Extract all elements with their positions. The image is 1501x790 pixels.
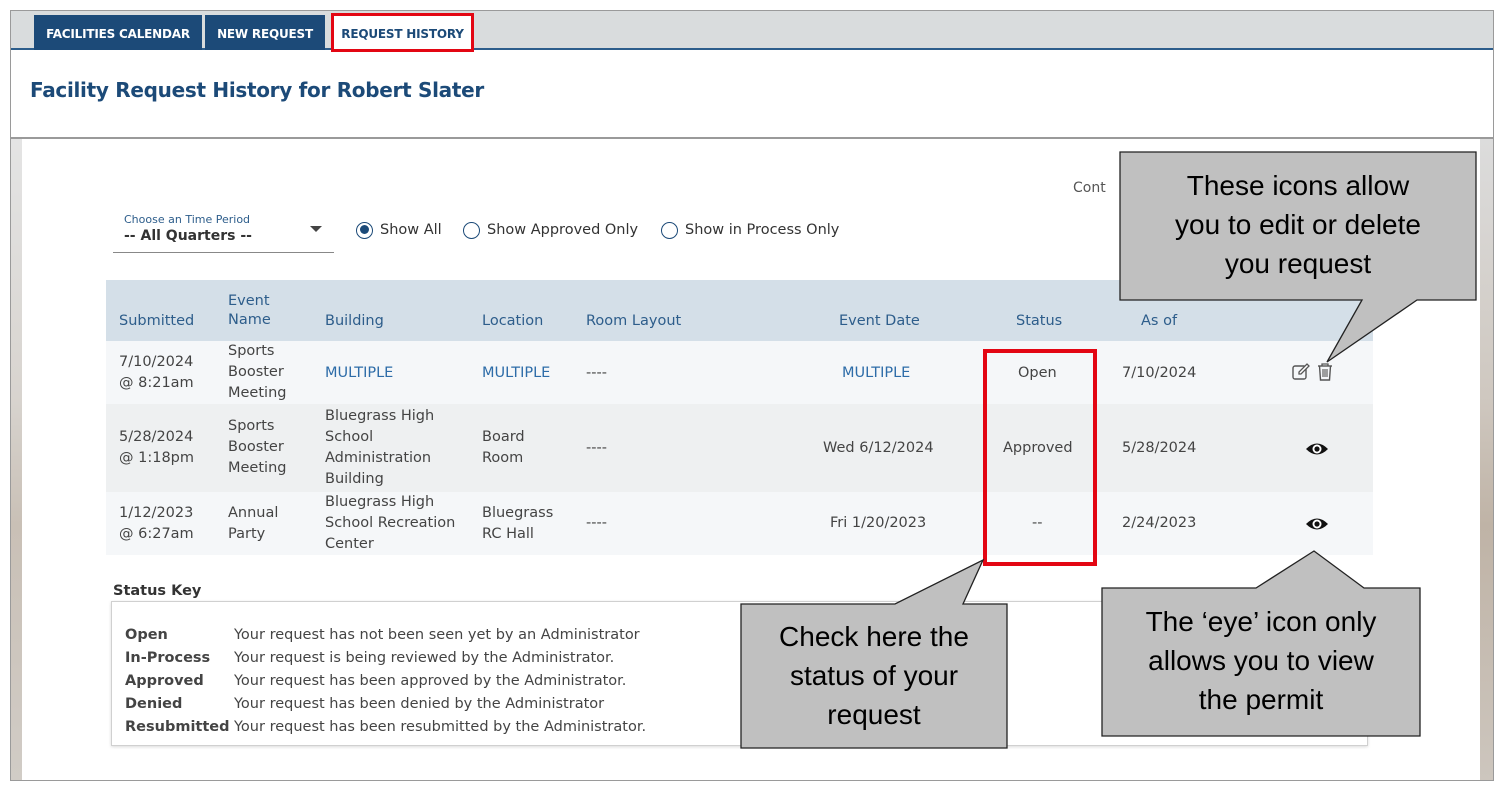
callout-line: Check here the (779, 621, 969, 652)
callout-line: allows you to view (1148, 645, 1374, 676)
callout-line: These icons allow (1186, 170, 1410, 201)
callout-line: the permit (1198, 684, 1324, 715)
callout-line: The ‘eye’ icon only (1145, 606, 1377, 637)
callout-line: you to edit or delete (1175, 209, 1421, 240)
callout-eye-text: The ‘eye’ icon only allows you to view t… (1104, 602, 1418, 719)
callout-line: request (827, 699, 921, 730)
callout-status-text: Check here the status of your request (743, 617, 1005, 734)
callout-line: you request (1224, 248, 1372, 279)
callout-edit-delete-text: These icons allow you to edit or delete … (1122, 166, 1474, 283)
callout-line: status of your (789, 660, 959, 691)
